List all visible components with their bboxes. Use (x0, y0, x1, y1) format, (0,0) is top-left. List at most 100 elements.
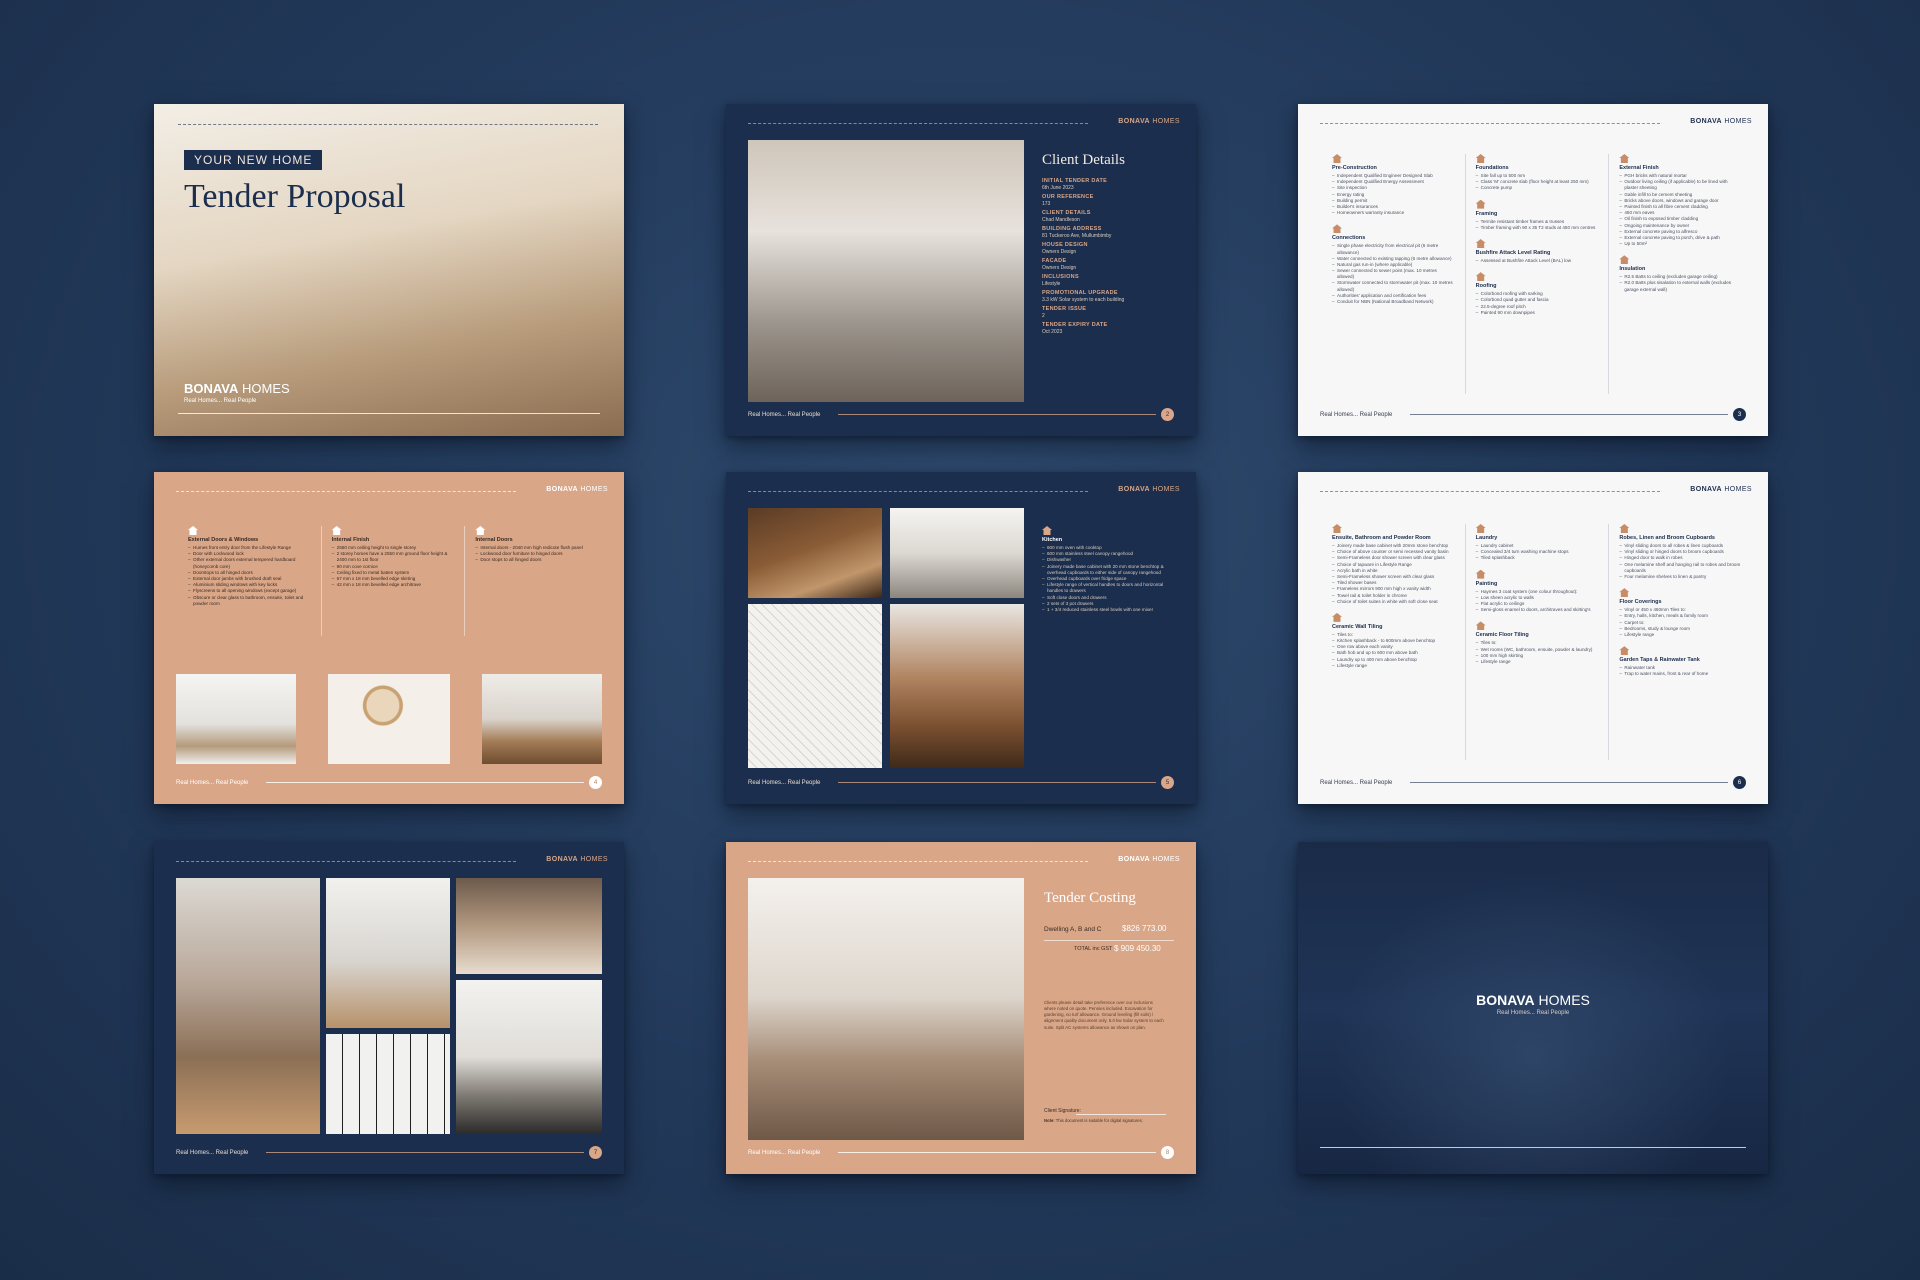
detail-item: BUILDING ADDRESS 81 Tuckeroo Ave, Mullumb… (1042, 226, 1182, 239)
brand-header: BONAVA HOMES (1690, 486, 1752, 493)
slide-doors-finish: BONAVA HOMES External Doors & Windows Hu… (154, 472, 624, 804)
detail-item: PROMOTIONAL UPGRADE 3.3 kW Solar system t… (1042, 290, 1182, 303)
list-item: Trap to water mains, front & rear of hom… (1619, 671, 1742, 677)
inclusions-column: Foundations Site fall up to 500 mmClass … (1475, 154, 1599, 394)
bedroom-photo (456, 878, 602, 974)
list-item: Lifestyle range of vertical handles to d… (1042, 582, 1178, 594)
list-item: Conduit for NBN (National Broadband Netw… (1332, 299, 1455, 305)
list-item: Homeowners warranty insurance (1332, 210, 1455, 216)
inclusions-column: External Doors & Windows Humes front ent… (188, 526, 311, 636)
slide-inclusions-interior: BONAVA HOMES Ensuite, Bathroom and Powde… (1298, 472, 1768, 804)
inclusion-group: Ceramic Wall Tiling Tiles to:Kitchen spl… (1332, 612, 1455, 669)
inclusions-columns: Ensuite, Bathroom and Powder Room Joiner… (1332, 524, 1742, 760)
group-items: Laundry cabinetConcealed 3/4 turn washin… (1476, 543, 1599, 562)
detail-value: Owners Design (1042, 265, 1077, 271)
signature-line[interactable] (1076, 1114, 1166, 1115)
inclusion-group: External Finish PGH bricks with natural … (1619, 154, 1742, 247)
detail-label: INITIAL TENDER DATE (1042, 178, 1108, 184)
brand-header: BONAVA HOMES (1690, 118, 1752, 125)
inclusions-column: External Finish PGH bricks with natural … (1619, 154, 1742, 394)
list-item: Lifestyle range (1332, 663, 1455, 669)
brand-bold: BONAVA (1118, 118, 1150, 125)
list-item: R2.0 Batts plus sisalation to external w… (1619, 280, 1742, 292)
detail-label: INCLUSIONS (1042, 274, 1079, 280)
floor-covering-icon (1619, 588, 1630, 598)
list-item: Joinery made base cabinet with 20 mm sto… (1042, 564, 1178, 576)
group-title: Laundry (1475, 535, 1498, 541)
fire-icon (1475, 238, 1486, 248)
internal-door-icon (475, 526, 486, 535)
detail-label: TENDER ISSUE (1042, 306, 1087, 312)
inclusion-group: Laundry Laundry cabinetConcealed 3/4 tur… (1475, 524, 1599, 562)
fireplace-photo (456, 980, 602, 1134)
cost-notes: Clients please detail take preference ov… (1044, 1000, 1164, 1030)
page-number: 6 (1733, 776, 1746, 789)
page-number: 8 (1161, 1146, 1174, 1159)
inclusion-group: Pre-Construction Independent Qualified E… (1332, 154, 1455, 217)
slide-inclusions-construction: BONAVA HOMES Pre-Construction Independen… (1298, 104, 1768, 436)
brand-light: HOMES (1721, 486, 1752, 493)
sofa-photo (748, 140, 1024, 402)
inclusion-group: Roofing Colorbond roofing with sarkingCo… (1475, 272, 1599, 316)
inclusions-columns: Pre-Construction Independent Qualified E… (1332, 154, 1742, 394)
group-title: Robes, Linen and Broom Cupboards (1619, 535, 1715, 541)
bath-icon (1332, 524, 1342, 533)
detail-value: 6th June 2023 (1042, 185, 1074, 191)
signature-note: Note: This document is suitable for digi… (1044, 1118, 1143, 1123)
slide-cover: YOUR NEW HOME Tender Proposal BONAVA HOM… (154, 104, 624, 436)
detail-label: PROMOTIONAL UPGRADE (1042, 290, 1118, 296)
column-divider (1464, 154, 1466, 394)
inclusion-group: Ceramic Floor Tiling Tiles to:Wet rooms … (1475, 621, 1599, 665)
total-amount: $ 909 450.30 (1114, 944, 1161, 953)
group-items: Rainwater tankTrap to water mains, front… (1619, 665, 1742, 678)
wall-tile-icon (1332, 612, 1342, 622)
list-item: Single phase electricity from electrical… (1332, 243, 1455, 255)
top-line (1320, 491, 1660, 492)
inclusions-column: Pre-Construction Independent Qualified E… (1332, 154, 1455, 394)
footer-tagline: Real Homes... Real People (176, 780, 249, 786)
detail-item: TENDER EXPIRY DATE Oct 2023 (1042, 322, 1182, 335)
inclusions-columns: External Doors & Windows Humes front ent… (188, 526, 598, 636)
brand-bold: BONAVA (184, 381, 239, 396)
inclusion-group: Bushfire Attack Level Rating Assessed at… (1475, 238, 1599, 264)
bed-bench-photo (176, 878, 320, 1134)
group-items: 600 mm oven with cooktop600 mm stainless… (1042, 545, 1178, 613)
list-item: Door stops to all hinged doors (475, 557, 598, 563)
cover-badge: YOUR NEW HOME (184, 150, 323, 170)
list-item: Lifestyle range (1619, 632, 1742, 638)
top-line (176, 861, 516, 862)
column-divider (1608, 154, 1610, 394)
list-item: Up to 50m² (1619, 241, 1742, 247)
inclusions-column: Robes, Linen and Broom Cupboards Vinyl s… (1619, 524, 1742, 760)
house-icon (1332, 154, 1342, 163)
group-title: Foundations (1475, 165, 1509, 171)
group-title: Framing (1475, 210, 1498, 217)
herringbone-tiles-photo (748, 604, 882, 768)
inclusions-column: Internal Doors Internal doors - 2040 mm … (475, 526, 598, 636)
group-title: Ensuite, Bathroom and Powder Room (1332, 535, 1431, 541)
dwelling-amount: $826 773.00 (1122, 924, 1167, 933)
inclusion-group: Foundations Site fall up to 500 mmClass … (1475, 154, 1599, 192)
top-line (748, 491, 1088, 492)
group-title: Ceramic Wall Tiling (1332, 623, 1383, 630)
top-line (176, 491, 516, 492)
detail-label: OUR REFERENCE (1042, 194, 1094, 200)
inclusion-group: Garden Taps & Rainwater Tank Rainwater t… (1619, 646, 1742, 678)
brand-header: BONAVA HOMES (1118, 856, 1180, 863)
brand-light: HOMES (1149, 856, 1180, 863)
list-item: Other external doors external tempered h… (188, 557, 311, 569)
note-label: Note: (1044, 1118, 1055, 1123)
door-icon (188, 526, 198, 535)
group-items: PGH bricks with natural mortarOutdoor li… (1619, 173, 1742, 247)
inclusions-column: Laundry Laundry cabinetConcealed 3/4 tur… (1475, 524, 1599, 760)
group-items: Independent Qualified Engineer Designed … (1332, 173, 1455, 217)
group-items: Colorbond roofing with sarkingColorbond … (1476, 291, 1599, 316)
detail-item: FACADE Owners Design (1042, 258, 1182, 271)
footer-line (838, 1152, 1156, 1153)
footer-tagline: Real Homes... Real People (1320, 412, 1393, 418)
chef-hat-icon (1042, 526, 1052, 535)
list-item: 42 mm x 18 mm bevelled edge architrave (332, 582, 455, 588)
cost-separator (1044, 940, 1174, 941)
list-item: Timber framing with 90 x 35 T2 studs at … (1476, 225, 1599, 231)
detail-item: TENDER ISSUE 2 (1042, 306, 1182, 319)
